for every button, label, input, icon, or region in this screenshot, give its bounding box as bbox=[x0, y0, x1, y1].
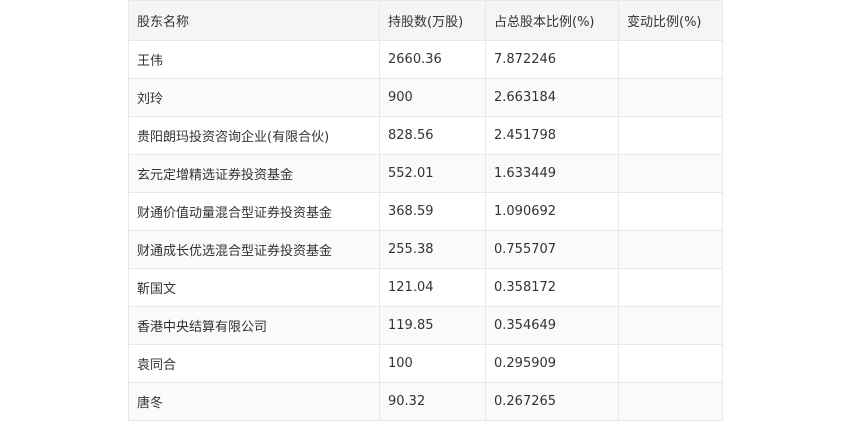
cell-shares-held: 900 bbox=[379, 78, 486, 117]
cell-share-ratio: 1.090692 bbox=[485, 192, 619, 231]
table-row: 袁同合 100 0.295909 bbox=[128, 344, 723, 383]
cell-change-ratio bbox=[618, 154, 723, 193]
header-change-ratio: 变动比例(%) bbox=[618, 0, 723, 41]
table-row: 香港中央结算有限公司 119.85 0.354649 bbox=[128, 306, 723, 345]
cell-shares-held: 255.38 bbox=[379, 230, 486, 269]
cell-shares-held: 121.04 bbox=[379, 268, 486, 307]
cell-shareholder-name: 贵阳朗玛投资咨询企业(有限合伙) bbox=[128, 116, 380, 155]
cell-change-ratio bbox=[618, 382, 723, 421]
shareholder-table-container: 股东名称 持股数(万股) 占总股本比例(%) 变动比例(%) 王伟 2660.3… bbox=[128, 0, 723, 421]
cell-shareholder-name: 刘玲 bbox=[128, 78, 380, 117]
cell-change-ratio bbox=[618, 192, 723, 231]
table-row: 贵阳朗玛投资咨询企业(有限合伙) 828.56 2.451798 bbox=[128, 116, 723, 155]
cell-shares-held: 119.85 bbox=[379, 306, 486, 345]
cell-shareholder-name: 靳国文 bbox=[128, 268, 380, 307]
table-row: 刘玲 900 2.663184 bbox=[128, 78, 723, 117]
table-row: 财通价值动量混合型证券投资基金 368.59 1.090692 bbox=[128, 192, 723, 231]
header-shares-held: 持股数(万股) bbox=[379, 0, 486, 41]
cell-share-ratio: 0.267265 bbox=[485, 382, 619, 421]
cell-shares-held: 368.59 bbox=[379, 192, 486, 231]
cell-shareholder-name: 唐冬 bbox=[128, 382, 380, 421]
table-row: 靳国文 121.04 0.358172 bbox=[128, 268, 723, 307]
cell-share-ratio: 2.663184 bbox=[485, 78, 619, 117]
table-row: 唐冬 90.32 0.267265 bbox=[128, 382, 723, 421]
table-row: 王伟 2660.36 7.872246 bbox=[128, 40, 723, 79]
cell-share-ratio: 0.358172 bbox=[485, 268, 619, 307]
cell-shareholder-name: 王伟 bbox=[128, 40, 380, 79]
cell-share-ratio: 2.451798 bbox=[485, 116, 619, 155]
cell-share-ratio: 0.354649 bbox=[485, 306, 619, 345]
cell-change-ratio bbox=[618, 230, 723, 269]
cell-change-ratio bbox=[618, 344, 723, 383]
header-share-ratio: 占总股本比例(%) bbox=[485, 0, 619, 41]
table-header: 股东名称 持股数(万股) 占总股本比例(%) 变动比例(%) bbox=[128, 0, 723, 41]
cell-shareholder-name: 袁同合 bbox=[128, 344, 380, 383]
cell-share-ratio: 1.633449 bbox=[485, 154, 619, 193]
cell-shareholder-name: 财通成长优选混合型证券投资基金 bbox=[128, 230, 380, 269]
header-row: 股东名称 持股数(万股) 占总股本比例(%) 变动比例(%) bbox=[128, 0, 723, 41]
cell-share-ratio: 7.872246 bbox=[485, 40, 619, 79]
cell-shareholder-name: 财通价值动量混合型证券投资基金 bbox=[128, 192, 380, 231]
cell-change-ratio bbox=[618, 268, 723, 307]
table-body: 王伟 2660.36 7.872246 刘玲 900 2.663184 贵阳朗玛… bbox=[128, 40, 723, 421]
cell-share-ratio: 0.295909 bbox=[485, 344, 619, 383]
cell-shareholder-name: 玄元定增精选证券投资基金 bbox=[128, 154, 380, 193]
cell-change-ratio bbox=[618, 306, 723, 345]
cell-shareholder-name: 香港中央结算有限公司 bbox=[128, 306, 380, 345]
table-row: 玄元定增精选证券投资基金 552.01 1.633449 bbox=[128, 154, 723, 193]
header-shareholder-name: 股东名称 bbox=[128, 0, 380, 41]
cell-share-ratio: 0.755707 bbox=[485, 230, 619, 269]
cell-shares-held: 828.56 bbox=[379, 116, 486, 155]
cell-change-ratio bbox=[618, 40, 723, 79]
cell-shares-held: 90.32 bbox=[379, 382, 486, 421]
cell-shares-held: 552.01 bbox=[379, 154, 486, 193]
cell-shares-held: 100 bbox=[379, 344, 486, 383]
table-row: 财通成长优选混合型证券投资基金 255.38 0.755707 bbox=[128, 230, 723, 269]
cell-change-ratio bbox=[618, 116, 723, 155]
cell-shares-held: 2660.36 bbox=[379, 40, 486, 79]
cell-change-ratio bbox=[618, 78, 723, 117]
shareholder-table: 股东名称 持股数(万股) 占总股本比例(%) 变动比例(%) 王伟 2660.3… bbox=[128, 0, 723, 421]
